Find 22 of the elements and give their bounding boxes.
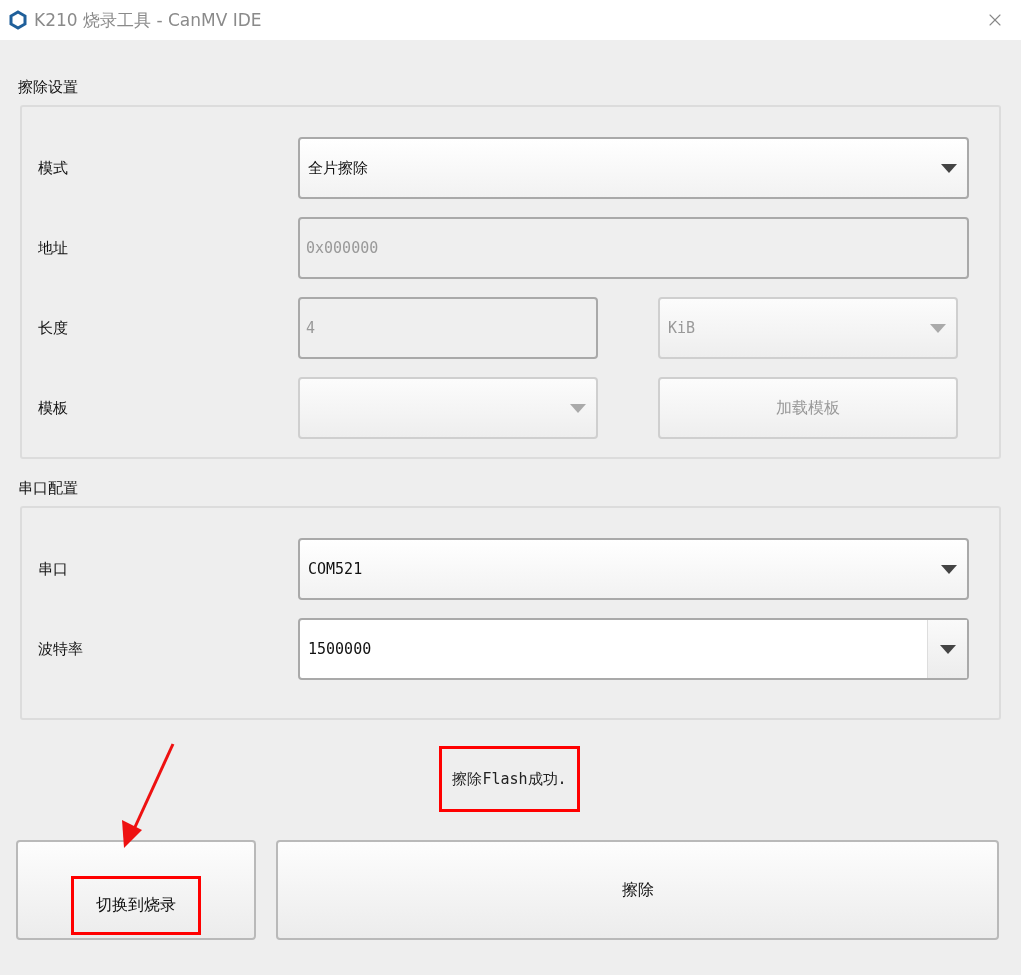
field-label: 地址	[38, 238, 68, 258]
hexagon-logo-icon	[8, 10, 28, 30]
field-label: 模式	[38, 158, 68, 178]
dropdown-caret-icon	[941, 163, 957, 173]
group-title: 擦除设置	[18, 78, 78, 97]
field-label: 串口	[38, 559, 68, 579]
dropdown-caret-icon	[941, 564, 957, 574]
combo-box[interactable]: 1500000	[298, 618, 969, 680]
dropdown-caret-icon	[570, 403, 586, 413]
dropdown[interactable]: 全片擦除	[298, 137, 969, 199]
dropdown-caret-icon	[939, 644, 956, 654]
status-message: 擦除Flash成功.	[439, 746, 580, 812]
dropdown-button[interactable]	[927, 620, 967, 678]
window-title: K210 烧录工具 - CanMV IDE	[34, 8, 263, 32]
field-label: 波特率	[38, 639, 83, 659]
dropdown-caret-icon	[930, 323, 946, 333]
field-label: 模板	[38, 398, 68, 418]
action-button[interactable]: 切换到烧录	[16, 840, 256, 940]
dropdown[interactable]: COM521	[298, 538, 969, 600]
action-button[interactable]: 擦除	[276, 840, 999, 940]
group-title: 串口配置	[18, 479, 78, 498]
field-label: 长度	[38, 318, 68, 338]
